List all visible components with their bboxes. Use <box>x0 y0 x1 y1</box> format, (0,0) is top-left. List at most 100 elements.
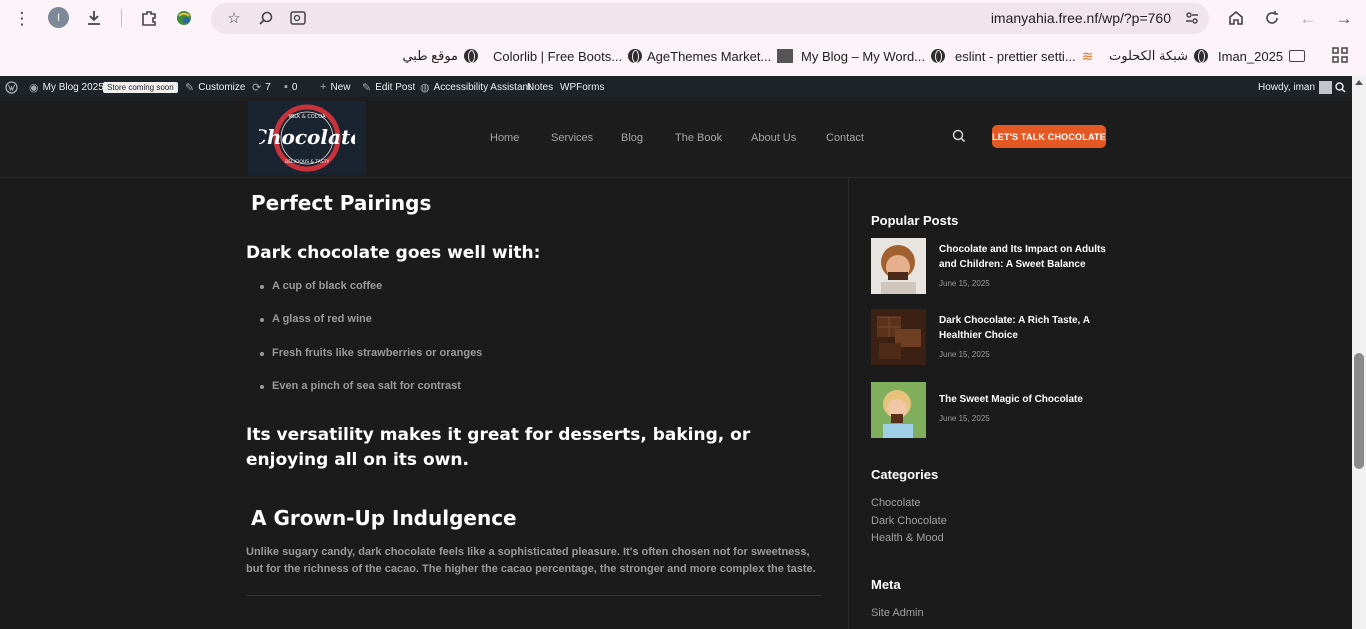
nav-home[interactable]: Home <box>490 132 519 144</box>
toolbar-separator <box>121 9 122 27</box>
nav-contact[interactable]: Contact <box>826 132 864 144</box>
bookmark-label: AgeThemes Market... <box>647 48 772 64</box>
kebab-menu-icon[interactable]: ⋮ <box>10 6 34 30</box>
apps-grid-icon[interactable] <box>1328 43 1352 67</box>
bookmark-item[interactable]: موقع طبي <box>402 46 478 66</box>
comment-icon: ▪ <box>284 81 288 93</box>
new-label: New <box>330 81 351 93</box>
site-logo[interactable]: Chocolate MILK & COCOA DELICIOUS & TASTY <box>248 101 366 175</box>
pairings-heading: Dark chocolate goes well with: <box>246 243 541 263</box>
popular-post-link[interactable]: Dark Chocolate: A Rich Taste, A Healthie… <box>939 313 1109 343</box>
site-admin-link[interactable]: Site Admin <box>871 607 924 619</box>
categories-title: Categories <box>871 467 939 482</box>
download-icon[interactable] <box>82 6 106 30</box>
forward-disabled-icon[interactable]: ← <box>1296 6 1320 30</box>
updates-count: 7 <box>265 81 271 93</box>
nav-about-us[interactable]: About Us <box>751 132 796 144</box>
admin-site-name[interactable]: ◉ My Blog 2025 <box>29 80 104 94</box>
bookmark-label: موقع طبي <box>402 48 458 63</box>
lets-talk-chocolate-button[interactable]: LET'S TALK CHOCOLATE <box>992 125 1106 148</box>
popular-posts-title: Popular Posts <box>871 213 959 228</box>
bookmark-folder[interactable]: Iman_2025 <box>1218 46 1306 66</box>
url-text[interactable]: imanyahia.free.nf/wp/?p=760 <box>991 10 1171 26</box>
comments-link[interactable]: ▪ 0 <box>284 80 297 94</box>
globe-icon <box>1193 49 1208 63</box>
browser-toolbar: ⋮ I ☆ imanyahia.free.nf/wp/?p=760 ← → مو… <box>0 0 1366 76</box>
site-header: Chocolate MILK & COCOA DELICIOUS & TASTY… <box>0 97 1366 178</box>
bookmarks-bar: موقع طبي Colorlib | Free Boots... AgeThe… <box>0 42 1366 69</box>
notes-link[interactable]: Notes <box>527 80 553 94</box>
back-icon[interactable]: → <box>1332 6 1356 30</box>
scroll-up-arrow[interactable] <box>1355 80 1363 85</box>
category-link[interactable]: Health & Mood <box>871 532 944 544</box>
popular-post-link[interactable]: The Sweet Magic of Chocolate <box>939 392 1109 407</box>
popular-post-link[interactable]: Chocolate and Its Impact on Adults and C… <box>939 242 1109 272</box>
main-content: Perfect Pairings Dark chocolate goes wel… <box>0 178 1352 629</box>
bullet-dot <box>260 285 264 289</box>
post-thumbnail[interactable] <box>871 238 926 294</box>
scrollbar-thumb[interactable] <box>1354 353 1364 469</box>
globe-icon <box>628 49 643 63</box>
nav-the-book[interactable]: The Book <box>675 132 722 144</box>
store-coming-soon-badge[interactable]: Store coming soon <box>103 80 178 94</box>
list-item: A glass of red wine <box>272 313 372 325</box>
plus-icon: + <box>320 81 327 93</box>
vpn-extension-icon[interactable] <box>172 6 196 30</box>
notes-label: Notes <box>527 81 554 93</box>
bookmark-item[interactable]: AgeThemes Market... <box>647 46 794 66</box>
post-date: June 15, 2025 <box>939 350 990 359</box>
versatility-heading: Its versatility makes it great for desse… <box>246 425 751 470</box>
pencil-icon: ✎ <box>362 81 372 94</box>
category-link[interactable]: Chocolate <box>871 497 921 509</box>
list-item: Fresh fruits like strawberries or orange… <box>272 347 483 359</box>
profile-initial: I <box>56 11 61 24</box>
nav-services[interactable]: Services <box>551 132 593 144</box>
post-thumbnail[interactable] <box>871 309 926 365</box>
paragraph: Unlike sugary candy, dark chocolate feel… <box>246 546 816 575</box>
user-avatar <box>1319 80 1333 94</box>
extensions-icon[interactable] <box>137 6 161 30</box>
edit-post-link[interactable]: ✎ Edit Post <box>362 80 415 94</box>
dashboard-icon: ◉ <box>29 81 39 94</box>
bookmark-item[interactable]: شبكة الكحلوت <box>1109 46 1208 66</box>
wp-admin-bar: ◉ My Blog 2025 Store coming soon ✎ Custo… <box>0 76 1366 97</box>
bookmark-item[interactable]: eslint - prettier setti... ≋ <box>955 46 1093 66</box>
globe-icon <box>464 49 478 63</box>
accessibility-icon: ◍ <box>420 81 430 94</box>
logo-ring-bottom-text: DELICIOUS & TASTY <box>285 159 330 165</box>
bookmark-star-icon[interactable]: ☆ <box>223 7 245 29</box>
bullet-dot <box>260 385 264 389</box>
post-date: June 15, 2025 <box>939 414 990 423</box>
reload-icon[interactable] <box>1260 6 1284 30</box>
address-bar[interactable]: ☆ imanyahia.free.nf/wp/?p=760 <box>211 3 1209 34</box>
accessibility-link[interactable]: ◍ Accessibility Assistant <box>420 80 531 94</box>
nav-blog[interactable]: Blog <box>621 132 643 144</box>
home-icon[interactable] <box>1224 6 1248 30</box>
comments-count: 0 <box>291 81 298 93</box>
post-thumbnail[interactable] <box>871 382 926 438</box>
translate-icon[interactable] <box>287 7 309 29</box>
admin-search-icon[interactable] <box>1335 80 1346 94</box>
bookmark-label: Colorlib | Free Boots... <box>493 48 623 64</box>
site-settings-icon[interactable] <box>1181 7 1203 29</box>
category-link[interactable]: Dark Chocolate <box>871 515 947 527</box>
bullet-dot <box>260 318 264 322</box>
bookmark-item[interactable]: Colorlib | Free Boots... <box>493 46 643 66</box>
bookmark-item[interactable]: My Blog – My Word... <box>801 46 946 66</box>
howdy-user-menu[interactable]: Howdy, iman <box>1258 80 1333 94</box>
divider <box>246 595 822 596</box>
zoom-icon[interactable] <box>255 7 277 29</box>
site-name-label: My Blog 2025 <box>42 81 104 93</box>
new-content-link[interactable]: + New <box>320 80 350 94</box>
chocolate-logo-icon: Chocolate MILK & COCOA DELICIOUS & TASTY <box>259 104 355 172</box>
folder-icon <box>1289 50 1306 62</box>
updates-link[interactable]: ⟳ 7 <box>252 80 271 94</box>
wpforms-link[interactable]: WPForms <box>560 80 604 94</box>
agethemes-icon <box>777 49 794 63</box>
header-search-icon[interactable] <box>952 129 968 145</box>
profile-avatar[interactable]: I <box>48 7 69 28</box>
sidebar-divider <box>848 178 849 629</box>
wordpress-logo-icon[interactable] <box>5 80 18 94</box>
meta-title: Meta <box>871 577 901 592</box>
customize-link[interactable]: ✎ Customize <box>185 80 245 94</box>
